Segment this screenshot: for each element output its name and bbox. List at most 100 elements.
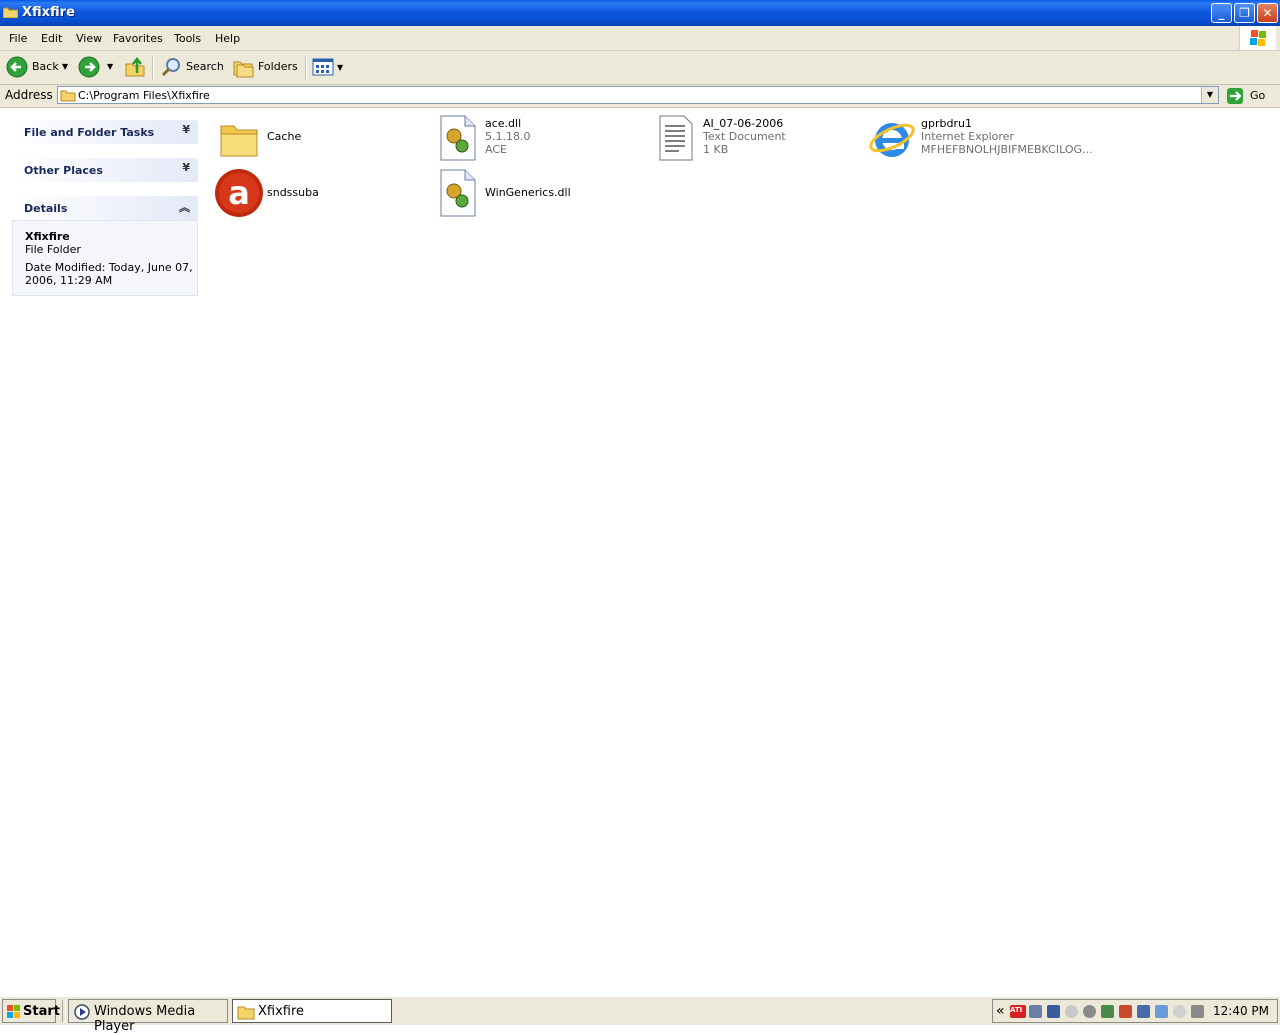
search-label: Search	[186, 60, 224, 73]
taskbar: Start Windows Media Player Xfixfire « AT…	[0, 996, 1280, 1034]
chevron-down-icon[interactable]: ▼	[62, 62, 68, 71]
taskbar-button-xfixfire[interactable]: Xfixfire	[232, 999, 392, 1023]
file-size: 1 KB	[703, 143, 729, 156]
chevron-double-down-icon[interactable]: ¥	[182, 123, 190, 136]
chevron-double-down-icon[interactable]: ¥	[182, 161, 190, 174]
menu-favorites[interactable]: Favorites	[113, 32, 163, 45]
address-input[interactable]: C:\Program Files\Xfixfire ▼	[57, 86, 1219, 104]
file-item-wingenerics-dll[interactable]: WinGenerics.dll	[436, 168, 636, 220]
search-button[interactable]: Search	[158, 54, 224, 80]
java-icon[interactable]	[1119, 1005, 1132, 1018]
chevron-double-up-icon[interactable]: ︽	[179, 199, 190, 215]
forward-button[interactable]: ▼	[76, 54, 116, 80]
system-tray: « ATI 12:40 PM	[992, 999, 1278, 1023]
folder-icon	[237, 1006, 255, 1020]
ati-icon[interactable]: ATI	[1010, 1005, 1026, 1018]
file-description: MFHEFBNOLHJBIFMEBKCILOG...	[921, 143, 1093, 156]
svg-text:a: a	[228, 174, 250, 212]
file-item-cache[interactable]: Cache	[216, 114, 416, 162]
internet-explorer-icon	[869, 123, 915, 157]
file-folder-tasks-title: File and Folder Tasks	[24, 126, 155, 139]
back-button[interactable]: Back ▼	[4, 54, 72, 80]
disc-icon[interactable]	[1083, 1005, 1096, 1018]
text-document-icon	[659, 115, 693, 161]
toolbar: Back ▼ ▼ Search Folders ▼	[0, 51, 1280, 85]
device-icon[interactable]	[1191, 1005, 1204, 1018]
back-label: Back	[32, 60, 59, 73]
folders-icon	[233, 61, 254, 78]
file-name: WinGenerics.dll	[485, 186, 571, 199]
address-path: C:\Program Files\Xfixfire	[78, 89, 210, 102]
go-button[interactable]: Go	[1224, 86, 1274, 106]
address-label: Address	[5, 88, 53, 102]
go-arrow-icon	[1227, 88, 1243, 104]
monitor-icon[interactable]	[1137, 1005, 1150, 1018]
file-item-sndssuba[interactable]: a sndssuba	[214, 168, 414, 220]
up-folder-button[interactable]	[123, 55, 147, 79]
windows-logo-icon	[7, 1005, 20, 1018]
menu-bar: File Edit View Favorites Tools Help	[0, 26, 1280, 51]
tool-icon[interactable]	[1101, 1005, 1114, 1018]
chevron-down-icon[interactable]: ▼	[107, 62, 113, 71]
ati-label: ATI	[1010, 1006, 1023, 1014]
dll-gear-icon	[440, 115, 476, 161]
address-dropdown-button[interactable]: ▼	[1201, 87, 1218, 103]
windows-logo-icon	[1239, 26, 1276, 50]
close-button[interactable]: ✕	[1257, 3, 1278, 23]
network-icon[interactable]	[1029, 1005, 1042, 1018]
title-bar[interactable]: Xfixfire _ ❐ ✕	[0, 0, 1280, 26]
file-description: ACE	[485, 143, 507, 156]
dll-gear-icon	[440, 169, 476, 217]
views-icon	[312, 58, 334, 76]
minus-icon[interactable]	[1173, 1005, 1186, 1018]
file-name: gprbdru1	[921, 117, 972, 130]
menu-tools[interactable]: Tools	[174, 32, 201, 45]
taskbar-button-media-player[interactable]: Windows Media Player	[68, 999, 228, 1034]
other-places-title: Other Places	[24, 164, 103, 177]
start-label: Start	[23, 1004, 60, 1019]
details-title: Details	[24, 202, 68, 215]
blocked-icon[interactable]	[1065, 1005, 1078, 1018]
file-folder-tasks-header[interactable]: File and Folder Tasks ¥	[12, 120, 198, 144]
security-icon[interactable]	[1155, 1005, 1168, 1018]
window-title: Xfixfire	[22, 5, 75, 20]
search-icon	[161, 58, 180, 77]
file-version: 5.1.18.0	[485, 130, 531, 143]
folders-button[interactable]: Folders	[230, 54, 300, 80]
folder-icon	[2, 6, 19, 19]
menu-edit[interactable]: Edit	[41, 32, 62, 45]
file-type: Text Document	[703, 130, 786, 143]
file-type: Internet Explorer	[921, 130, 1014, 143]
file-name: Cache	[267, 130, 302, 143]
file-item-ai-log[interactable]: AI_07-06-2006 Text Document 1 KB	[654, 114, 854, 162]
other-places-header[interactable]: Other Places ¥	[12, 158, 198, 182]
file-name: AI_07-06-2006	[703, 117, 784, 130]
menu-help[interactable]: Help	[215, 32, 240, 45]
taskbar-button-label: Xfixfire	[258, 1004, 305, 1019]
folders-label: Folders	[258, 60, 298, 73]
address-bar: Address C:\Program Files\Xfixfire ▼ Go	[0, 85, 1280, 108]
tray-expand-icon[interactable]: «	[996, 1003, 1005, 1019]
start-button[interactable]: Start	[2, 999, 60, 1023]
menu-file[interactable]: File	[9, 32, 27, 45]
forward-arrow-icon	[78, 56, 100, 78]
folder-icon	[220, 125, 258, 157]
details-name: Xfixfire	[25, 230, 70, 243]
file-name: sndssuba	[267, 186, 319, 199]
minimize-button[interactable]: _	[1211, 3, 1232, 23]
clock[interactable]: 12:40 PM	[1213, 1004, 1269, 1018]
go-label: Go	[1250, 89, 1266, 102]
up-folder-icon	[125, 56, 145, 77]
details-type: File Folder	[25, 243, 81, 256]
restore-button[interactable]: ❐	[1234, 3, 1255, 23]
views-button[interactable]: ▼	[310, 55, 346, 79]
menu-view[interactable]: View	[76, 32, 102, 45]
file-item-gprbdru1[interactable]: gprbdru1 Internet Explorer MFHEFBNOLHJBI…	[868, 114, 1093, 162]
network-error-icon[interactable]	[1047, 1005, 1060, 1018]
details-date-line2: 2006, 11:29 AM	[25, 274, 113, 287]
file-item-ace-dll[interactable]: ace.dll 5.1.18.0 ACE	[436, 114, 636, 162]
details-header[interactable]: Details ︽	[12, 196, 198, 220]
details-date-line1: Date Modified: Today, June 07,	[25, 261, 193, 274]
chevron-down-icon[interactable]: ▼	[337, 63, 343, 72]
back-arrow-icon	[6, 56, 28, 78]
